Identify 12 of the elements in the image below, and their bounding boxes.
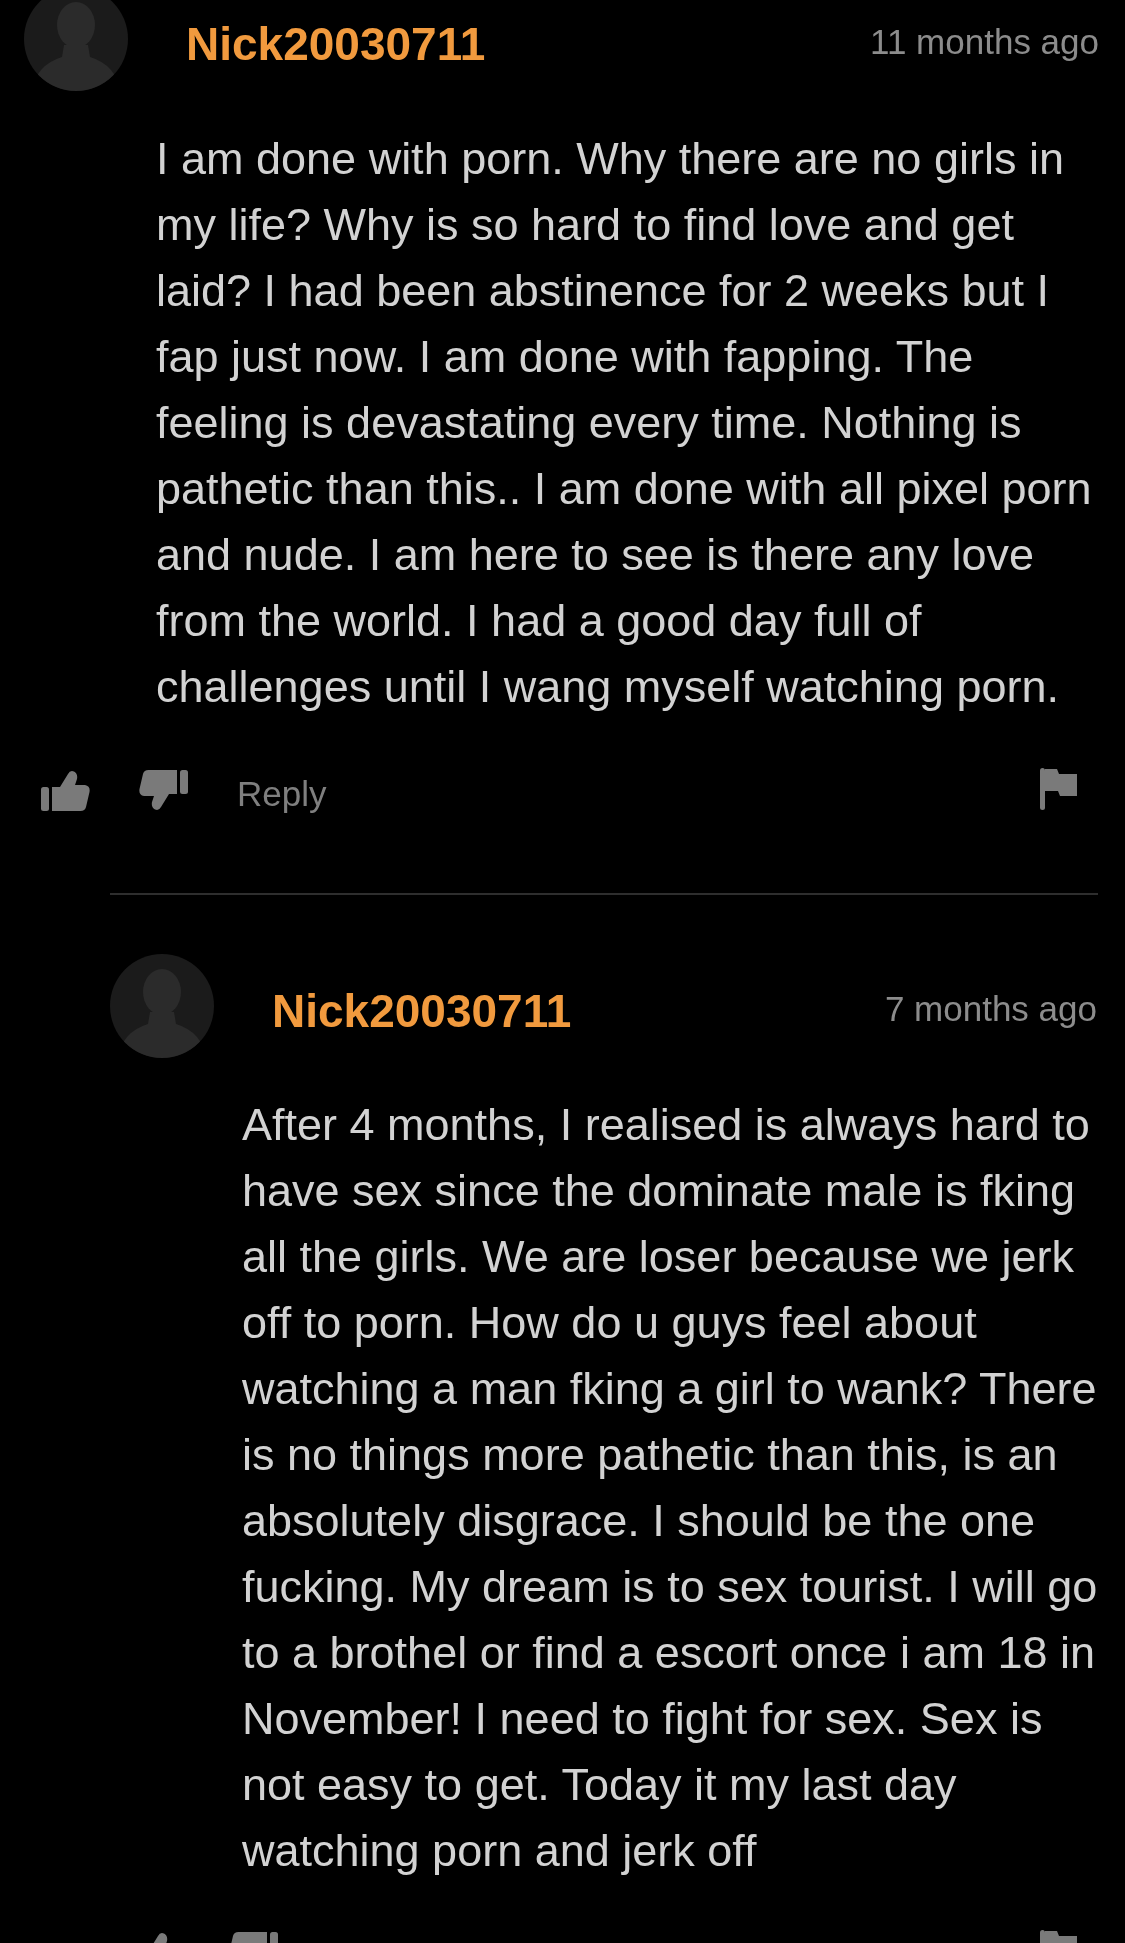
timestamp: 7 months ago	[884, 991, 1097, 1026]
comment-text: I am done with porn. Why there are no girls in my life? Why is so hard to find love and get laid? I had been abstinence for 2 weeks but I fap just now. I am done with fapping. The feeling is devastating every time. Nothing is pathetic than this.. I am done with all pixel porn and nude. I am here to see is there any love from the world. I had a good day full of challenges until I wang myself watching porn.	[156, 132, 1093, 714]
avatar-icon	[24, 0, 128, 91]
flag-icon[interactable]	[1040, 767, 1077, 810]
timestamp: 11 months ago	[870, 24, 1099, 59]
thumbs-up-icon[interactable]	[41, 770, 90, 811]
thumbs-down-icon[interactable]	[139, 770, 188, 811]
avatar-icon	[110, 954, 214, 1058]
reply-button[interactable]: Reply	[237, 776, 327, 811]
username-link[interactable]: Nick20030711	[272, 988, 572, 1034]
username-link[interactable]: Nick20030711	[186, 21, 486, 67]
comment-text: After 4 months, I realised is always hard to have sex since the dominate male is fking all the girls. We are loser because we jerk off to porn. How do u guys feel about watching a man fking a girl to wank? There is no things more pathetic than this, is an absolutely disgrace. I should be the one fucking. My dream is to sex tourist. I will go to a brothel or find a escort once i am 18 in November! I need to fight for sex. Sex is not easy to get. Today it my last day watching porn and jerk off	[242, 1098, 1099, 1878]
